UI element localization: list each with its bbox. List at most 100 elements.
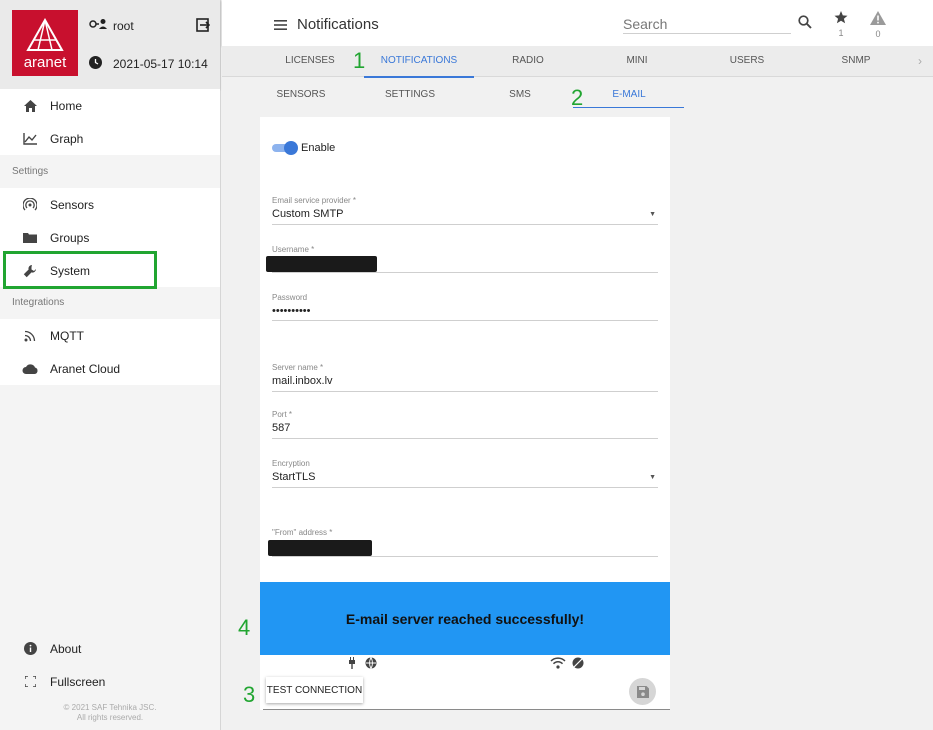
field-label: Username * bbox=[272, 245, 315, 254]
tab-snmp[interactable]: SNMP bbox=[826, 55, 886, 66]
port-field[interactable]: Port * 587 bbox=[272, 410, 658, 439]
field-value: StartTLS bbox=[272, 471, 316, 483]
save-icon bbox=[636, 685, 649, 698]
copyright-line: All rights reserved. bbox=[76, 713, 144, 722]
clock-icon bbox=[89, 56, 105, 72]
section-label-integrations: Integrations bbox=[12, 297, 65, 308]
tab-users[interactable]: USERS bbox=[717, 55, 777, 66]
datetime-info: 2021-05-17 10:14 bbox=[89, 56, 208, 72]
field-label: "From" address * bbox=[272, 528, 333, 537]
success-banner: E-mail server reached successfully! bbox=[260, 582, 670, 655]
home-icon bbox=[22, 98, 38, 114]
save-button[interactable] bbox=[629, 678, 656, 705]
warning-icon bbox=[870, 11, 886, 25]
sidebar-item-label: Aranet Cloud bbox=[50, 361, 121, 376]
sidebar-item-fullscreen[interactable]: Fullscreen bbox=[0, 665, 220, 698]
dropdown-arrow-icon: ▼ bbox=[649, 211, 656, 218]
password-field[interactable]: Password •••••••••• bbox=[272, 293, 658, 321]
annotation-number: 3 bbox=[243, 682, 256, 707]
user-key-icon bbox=[89, 18, 107, 33]
enable-label: Enable bbox=[301, 142, 336, 154]
folder-icon bbox=[22, 230, 38, 246]
sidebar-item-label: Graph bbox=[50, 131, 84, 146]
tab-notifications[interactable]: NOTIFICATIONS bbox=[374, 55, 464, 66]
fullscreen-icon bbox=[22, 674, 38, 690]
sidebar-item-label: Sensors bbox=[50, 197, 95, 212]
sidebar-item-label: Home bbox=[50, 98, 83, 113]
active-tab-indicator bbox=[573, 107, 684, 108]
field-value: Custom SMTP bbox=[272, 208, 344, 220]
sidebar-item-aranet-cloud[interactable]: Aranet Cloud bbox=[0, 352, 220, 385]
search-icon[interactable] bbox=[798, 15, 812, 34]
page-title: Notifications bbox=[297, 16, 379, 33]
rss-icon bbox=[22, 328, 38, 344]
primary-tabs: LICENSES NOTIFICATIONS RADIO MINI USERS … bbox=[222, 46, 933, 78]
enable-toggle[interactable] bbox=[272, 141, 298, 155]
annotation-highlight-box bbox=[3, 251, 157, 289]
sensor-icon bbox=[22, 197, 38, 213]
alerts-count: 0 bbox=[875, 29, 881, 39]
card-divider bbox=[263, 709, 670, 710]
sidebar-item-graph[interactable]: Graph bbox=[0, 122, 220, 155]
provider-select[interactable]: Email service provider * Custom SMTP ▼ bbox=[272, 196, 658, 225]
plug-icon bbox=[349, 657, 355, 669]
tab-sms[interactable]: SMS bbox=[490, 89, 550, 100]
field-label: Email service provider * bbox=[272, 196, 357, 205]
sidebar-item-label: Groups bbox=[50, 230, 90, 245]
logo-mark-icon bbox=[26, 18, 64, 51]
graph-icon bbox=[22, 131, 38, 147]
sidebar-item-sensors[interactable]: Sensors bbox=[0, 188, 220, 221]
field-label: Server name * bbox=[272, 363, 324, 372]
sidebar-item-label: MQTT bbox=[50, 328, 84, 343]
redacted-username bbox=[266, 256, 377, 272]
top-bar: Notifications 1 0 bbox=[222, 0, 933, 46]
logout-icon[interactable] bbox=[196, 18, 211, 37]
connection-status-right bbox=[550, 657, 586, 672]
aranet-logo[interactable]: aranet bbox=[12, 10, 78, 76]
cloud-off-icon bbox=[572, 657, 584, 669]
sidebar-item-label: Fullscreen bbox=[50, 674, 106, 689]
banner-message: E-mail server reached successfully! bbox=[345, 610, 585, 627]
sidebar-item-home[interactable]: Home bbox=[0, 89, 220, 122]
dropdown-arrow-icon: ▼ bbox=[649, 474, 656, 481]
cloud-icon bbox=[22, 361, 38, 377]
connection-status-left bbox=[348, 657, 378, 672]
tab-email[interactable]: E-MAIL bbox=[599, 89, 659, 100]
field-value: mail.inbox.lv bbox=[272, 375, 333, 387]
section-label-settings: Settings bbox=[12, 166, 49, 177]
toggle-knob bbox=[284, 141, 298, 155]
favorites-count: 1 bbox=[838, 28, 844, 38]
annotation-number: 2 bbox=[571, 85, 584, 110]
alerts-button[interactable]: 0 bbox=[870, 11, 886, 39]
field-label: Port * bbox=[272, 410, 293, 419]
tab-sensors[interactable]: SENSORS bbox=[271, 89, 331, 100]
field-label: Password bbox=[272, 293, 308, 302]
favorites-button[interactable]: 1 bbox=[834, 11, 848, 38]
test-connection-button[interactable]: TEST CONNECTION bbox=[266, 677, 363, 703]
tab-licenses[interactable]: LICENSES bbox=[280, 55, 340, 66]
sidebar-item-mqtt[interactable]: MQTT bbox=[0, 319, 220, 352]
star-icon bbox=[834, 11, 848, 24]
wifi-icon bbox=[550, 657, 566, 669]
encryption-select[interactable]: Encryption StartTLS ▼ bbox=[272, 459, 658, 488]
field-value: •••••••••• bbox=[272, 305, 311, 317]
copyright-line: © 2021 SAF Tehnika JSC. bbox=[63, 703, 157, 712]
tab-radio[interactable]: RADIO bbox=[498, 55, 558, 66]
sidebar-header: aranet root 2021-05-17 10:14 bbox=[0, 0, 220, 89]
chevron-right-icon[interactable]: › bbox=[918, 54, 922, 68]
server-name-field[interactable]: Server name * mail.inbox.lv bbox=[272, 363, 658, 392]
sidebar-item-groups[interactable]: Groups bbox=[0, 221, 220, 254]
email-settings-card: Enable Email service provider * Custom S… bbox=[260, 117, 670, 710]
annotation-number: 4 bbox=[238, 615, 251, 640]
sidebar-item-label: About bbox=[50, 641, 82, 656]
app-root: aranet root 2021-05-17 10:14 Home Graph … bbox=[0, 0, 933, 730]
tab-mini[interactable]: MINI bbox=[607, 55, 667, 66]
copyright: © 2021 SAF Tehnika JSC. All rights reser… bbox=[0, 703, 220, 723]
search-input[interactable] bbox=[623, 14, 791, 34]
tab-settings[interactable]: SETTINGS bbox=[380, 89, 440, 100]
field-label: Encryption bbox=[272, 459, 310, 468]
active-tab-indicator bbox=[364, 76, 474, 78]
sidebar: aranet root 2021-05-17 10:14 Home Graph … bbox=[0, 0, 221, 730]
sidebar-item-about[interactable]: About bbox=[0, 632, 220, 665]
hamburger-menu-icon[interactable] bbox=[274, 17, 287, 35]
